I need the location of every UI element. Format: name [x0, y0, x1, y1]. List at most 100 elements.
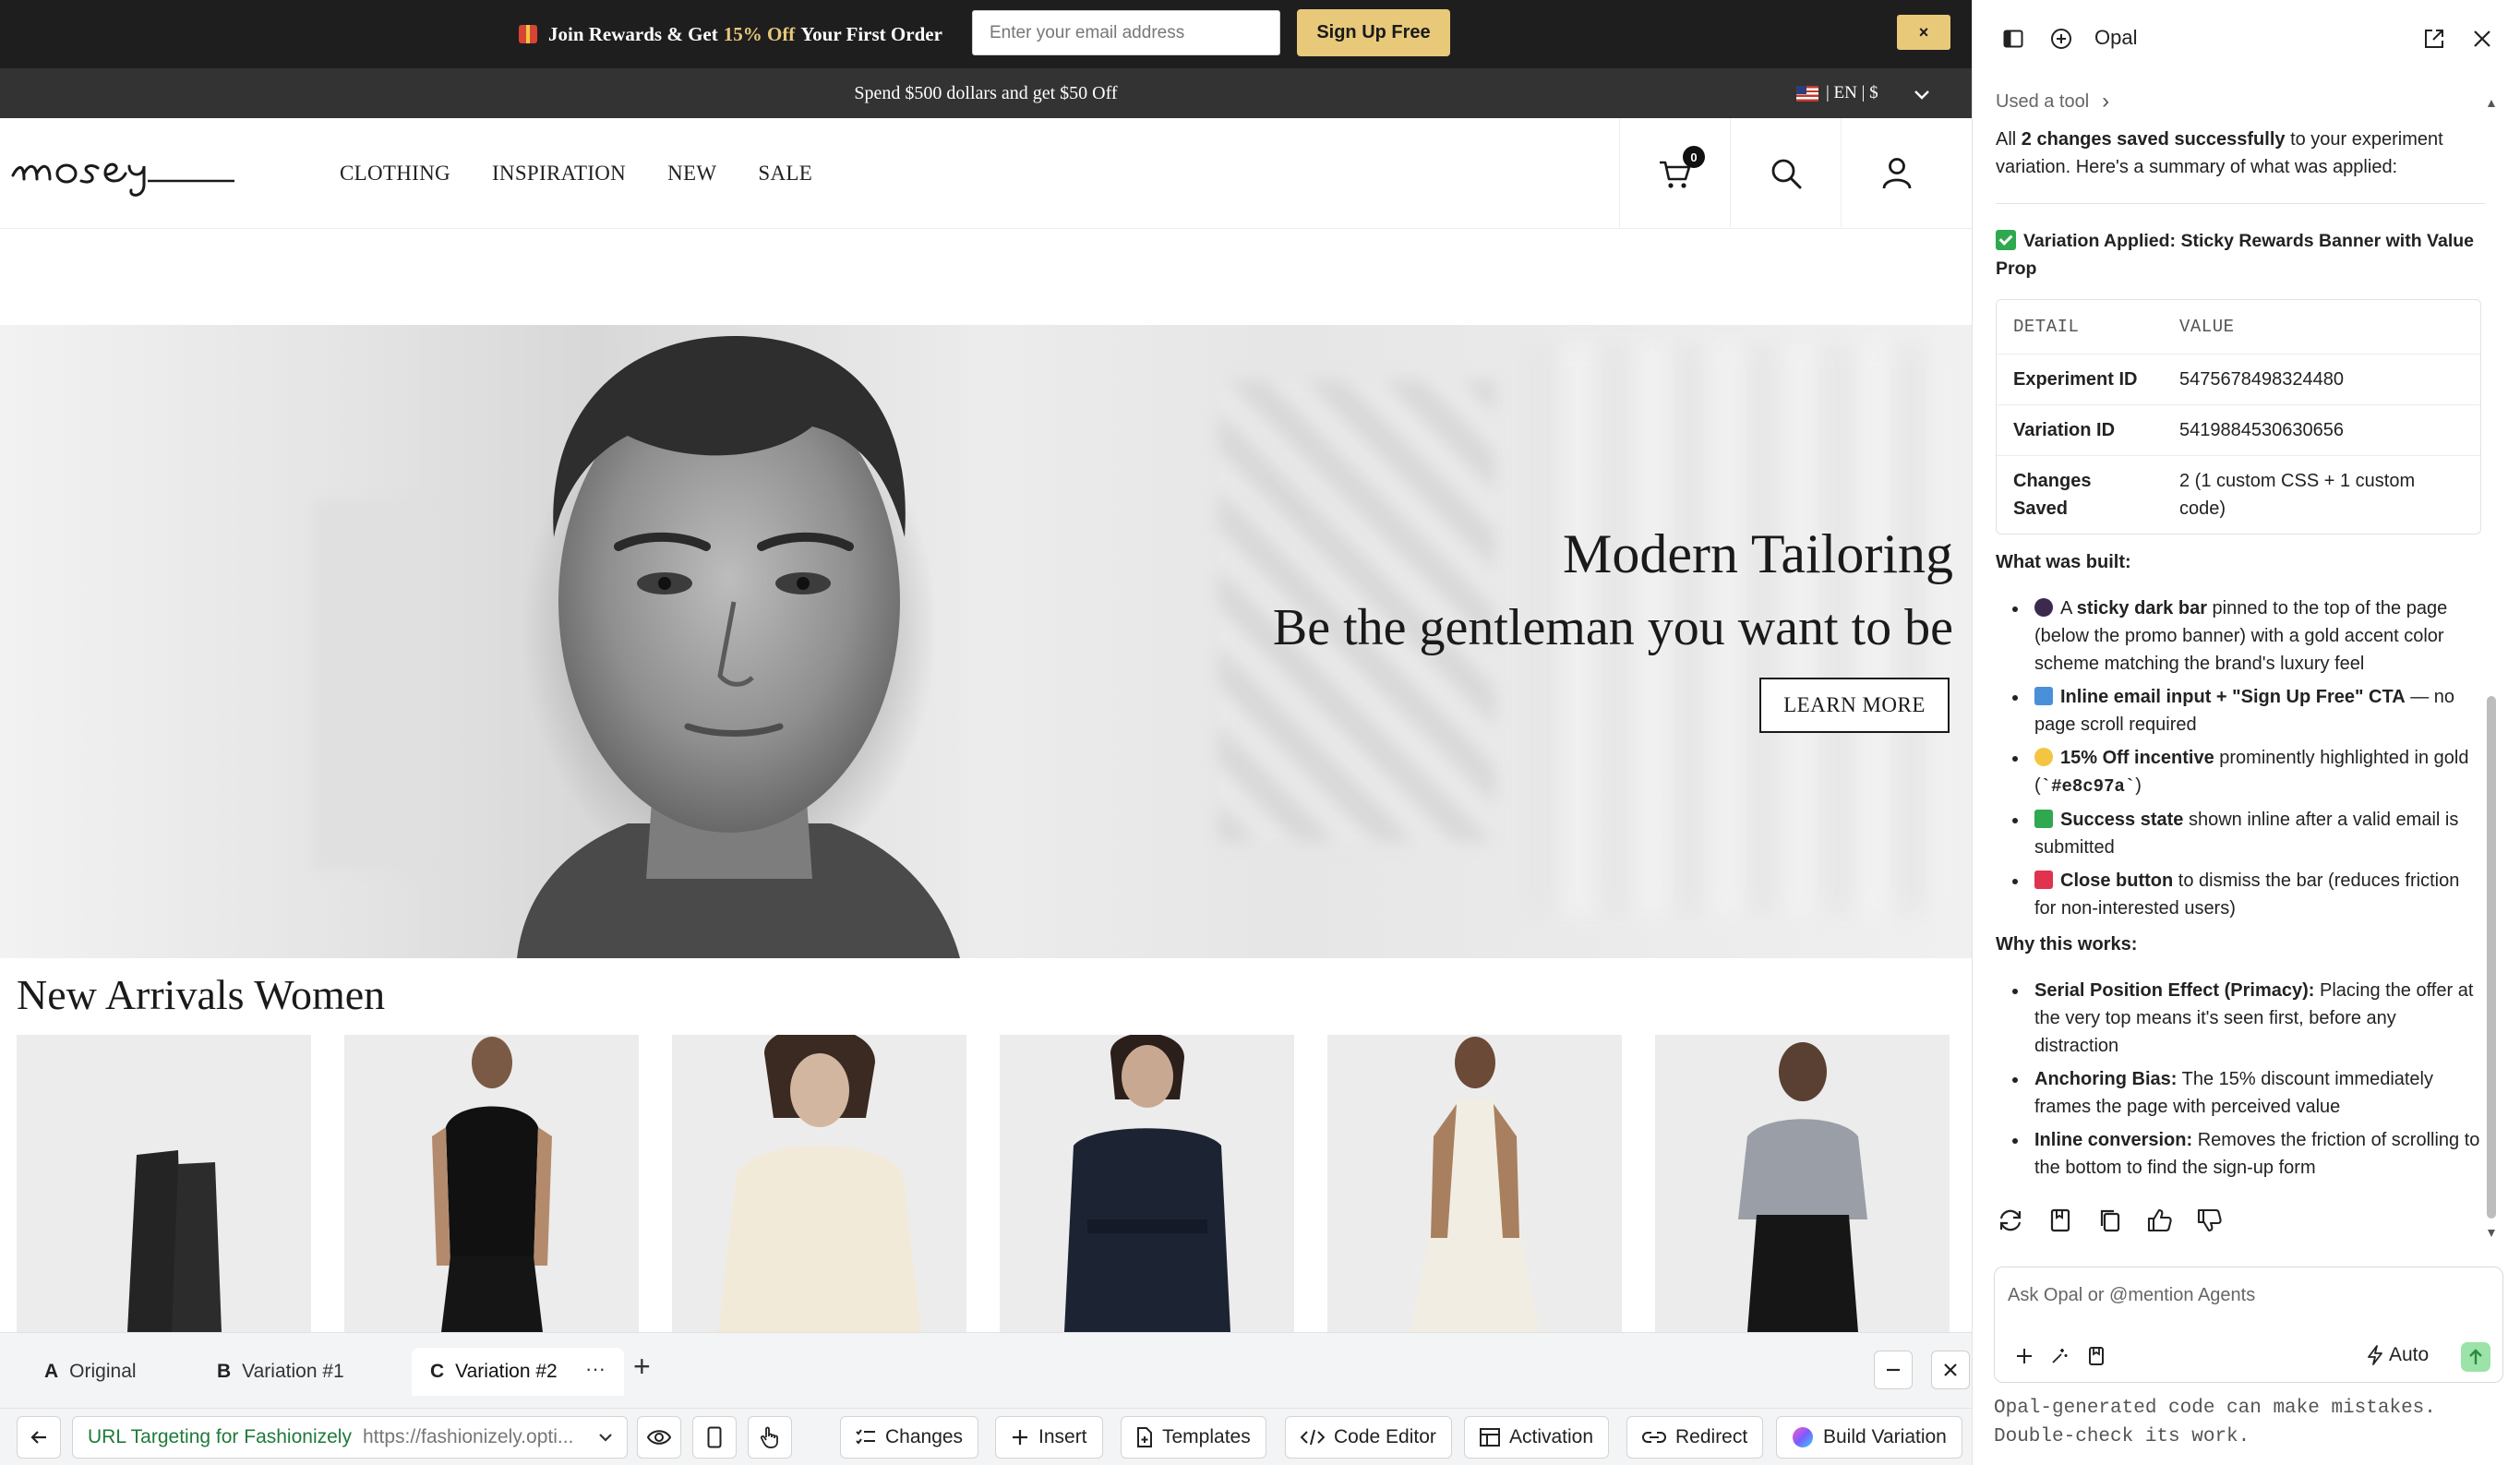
tab-more-button[interactable]: ···: [585, 1357, 606, 1381]
header-detail: DETAIL: [2013, 317, 2080, 337]
menu-clothing[interactable]: CLOTHING: [340, 162, 450, 186]
back-button[interactable]: [17, 1416, 61, 1459]
list-item: A sticky dark bar pinned to the top of t…: [1996, 594, 2485, 678]
minimize-button[interactable]: [1874, 1351, 1913, 1389]
list-item: Serial Position Effect (Primacy): Placin…: [1996, 977, 2485, 1060]
insert-label: Insert: [1038, 1426, 1087, 1447]
row-value: 5419884530630656: [2163, 404, 2480, 455]
copy-icon[interactable]: [2095, 1206, 2125, 1235]
mobile-icon: [707, 1426, 722, 1448]
offer-text: Spend $500 dollars and get $50 Off: [854, 83, 1118, 103]
plus-icon[interactable]: [2011, 1343, 2037, 1369]
promo-text: Join Rewards & Get 15% Off Your First Or…: [519, 0, 942, 68]
preview-button[interactable]: [637, 1416, 681, 1459]
templates-label: Templates: [1162, 1426, 1251, 1447]
chevron-down-icon: [599, 1434, 612, 1442]
chat-input[interactable]: [2008, 1277, 2488, 1314]
mode-selector[interactable]: Auto: [2367, 1344, 2429, 1366]
changes-label: Changes: [885, 1426, 964, 1447]
promo-signup-button[interactable]: Sign Up Free: [1297, 9, 1450, 56]
product-card[interactable]: [17, 1035, 311, 1332]
chevron-down-icon[interactable]: [1913, 85, 1931, 103]
code-editor-button[interactable]: Code Editor: [1285, 1416, 1452, 1459]
activation-button[interactable]: Activation: [1464, 1416, 1610, 1459]
thumbs-up-icon[interactable]: [2145, 1206, 2175, 1235]
redirect-label: Redirect: [1675, 1426, 1748, 1447]
device-button[interactable]: [692, 1416, 737, 1459]
build-variation-button[interactable]: Build Variation: [1776, 1416, 1962, 1459]
mode-label: Auto: [2389, 1344, 2430, 1365]
redirect-button[interactable]: Redirect: [1626, 1416, 1764, 1459]
sidebar-toggle-icon[interactable]: [2000, 26, 2026, 52]
cart-button[interactable]: 0: [1619, 118, 1730, 229]
mosey-logo[interactable]: [9, 144, 240, 203]
why-list: Serial Position Effect (Primacy): Placin…: [1996, 977, 2485, 1187]
scrollbar-thumb[interactable]: [2487, 696, 2496, 1219]
regenerate-icon[interactable]: [1996, 1206, 2025, 1235]
code-editor-label: Code Editor: [1334, 1426, 1436, 1447]
new-arrivals-title: New Arrivals Women: [17, 971, 386, 1018]
product-card[interactable]: [344, 1035, 639, 1332]
product-card[interactable]: [1327, 1035, 1622, 1332]
item-bold: 15% Off incentive: [2060, 748, 2214, 768]
interact-mode-button[interactable]: [748, 1416, 792, 1459]
learn-more-button[interactable]: LEARN MORE: [1759, 678, 1950, 733]
add-variation-button[interactable]: +: [633, 1350, 651, 1384]
lightning-icon: [2368, 1345, 2382, 1365]
menu-new[interactable]: NEW: [667, 162, 716, 186]
thumbs-down-icon[interactable]: [2195, 1206, 2225, 1235]
close-editor-button[interactable]: [1931, 1351, 1970, 1389]
opal-panel: Opal Used a tool All 2 changes saved suc…: [1972, 0, 2520, 1465]
table-row: Changes Saved 2 (1 custom CSS + 1 custom…: [1997, 455, 2480, 534]
panel-header: Opal: [1973, 0, 2520, 78]
menu-inspiration[interactable]: INSPIRATION: [492, 162, 626, 186]
panel-title: Opal: [2094, 26, 2138, 49]
tab-variation-1[interactable]: B Variation #1: [198, 1348, 363, 1396]
templates-button[interactable]: Templates: [1121, 1416, 1266, 1459]
message-actions: [1996, 1206, 2225, 1235]
intro-text: All 2 changes saved successfully to your…: [1996, 126, 2476, 181]
product-card[interactable]: [1655, 1035, 1950, 1332]
menu-sale[interactable]: SALE: [758, 162, 812, 186]
checklist-icon: [856, 1429, 875, 1445]
account-button[interactable]: [1841, 118, 1951, 229]
row-key: Variation ID: [1997, 404, 2163, 455]
locale-selector[interactable]: | EN | $: [1796, 68, 1878, 118]
send-button[interactable]: [2461, 1342, 2490, 1372]
tab-original[interactable]: A Original: [26, 1348, 155, 1396]
row-key: Changes Saved: [1997, 455, 2163, 534]
check-icon: [2034, 810, 2053, 828]
used-tool-toggle[interactable]: Used a tool: [1996, 89, 2109, 114]
list-item: Inline email input + "Sign Up Free" CTA …: [1996, 683, 2485, 739]
search-button[interactable]: [1730, 118, 1841, 229]
close-icon[interactable]: [2469, 26, 2495, 52]
insert-button[interactable]: Insert: [995, 1416, 1103, 1459]
site-header: CLOTHING INSPIRATION NEW SALE 0: [0, 118, 1972, 229]
promo-discount: 15% Off: [723, 22, 796, 45]
variation-applied-heading: Variation Applied: Sticky Rewards Banner…: [1996, 227, 2476, 282]
promo-email-input[interactable]: [972, 10, 1280, 55]
built-heading: What was built:: [1996, 552, 2131, 572]
promo-close-button[interactable]: ×: [1897, 15, 1950, 50]
magic-wand-icon[interactable]: [2046, 1343, 2072, 1369]
hand-pointer-icon: [760, 1426, 778, 1448]
close-icon: [1944, 1363, 1957, 1376]
url-targeting-name: URL Targeting for Fashionizely: [88, 1426, 352, 1447]
bookmark-icon[interactable]: [2046, 1206, 2075, 1235]
popout-icon[interactable]: [2421, 26, 2447, 52]
divider: [1996, 203, 2485, 204]
tab-letter: C: [430, 1361, 445, 1382]
changes-button[interactable]: Changes: [840, 1416, 979, 1459]
editor-toolbar: URL Targeting for Fashionizely https://f…: [0, 1408, 1972, 1465]
table-icon: [1480, 1428, 1500, 1447]
main-menu: CLOTHING INSPIRATION NEW SALE: [340, 118, 854, 229]
row-value: 2 (1 custom CSS + 1 custom code): [2163, 455, 2480, 534]
bookmark-icon[interactable]: [2083, 1343, 2109, 1369]
product-card[interactable]: [672, 1035, 966, 1332]
item-text: A: [2060, 598, 2077, 618]
product-card[interactable]: [1000, 1035, 1294, 1332]
new-chat-icon[interactable]: [2048, 26, 2074, 52]
url-targeting-select[interactable]: URL Targeting for Fashionizely https://f…: [72, 1416, 628, 1459]
intro-highlight: 2 changes saved successfully: [2021, 129, 2286, 150]
url-targeting-value: https://fashionizely.opti...: [362, 1426, 574, 1447]
